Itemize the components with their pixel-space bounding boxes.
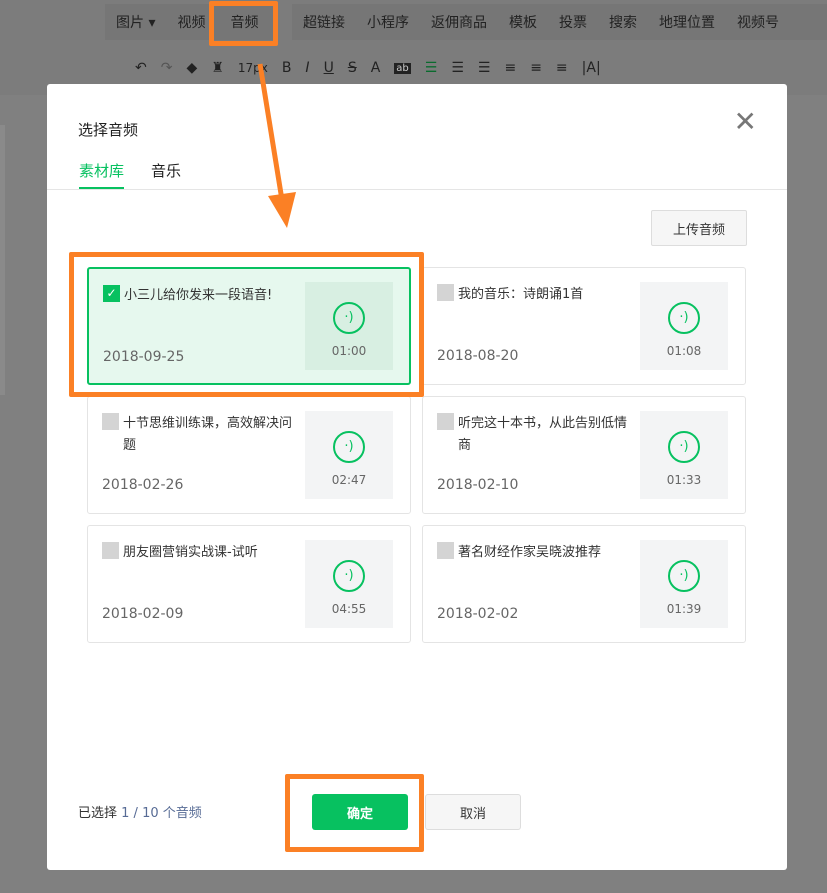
- audio-date: 2018-02-09: [102, 606, 184, 622]
- menu-vote[interactable]: 投票: [548, 12, 598, 32]
- insert-menu-group-2: 超链接 小程序 返佣商品 模板 投票 搜索 地理位置 视频号: [292, 4, 827, 40]
- paragraph-icon[interactable]: ≡: [530, 60, 542, 76]
- menu-video[interactable]: 视频: [166, 12, 216, 32]
- audio-wave-icon[interactable]: ·): [668, 431, 700, 463]
- align-icon[interactable]: ☰: [425, 60, 438, 76]
- font-color-icon[interactable]: A: [371, 60, 381, 76]
- line-height-icon[interactable]: ≡: [504, 60, 516, 76]
- audio-duration: 01:08: [666, 344, 702, 358]
- audio-title: 著名财经作家吴晓波推荐: [458, 545, 602, 560]
- dialog-title: 选择音频: [78, 121, 139, 139]
- audio-date: 2018-09-25: [103, 349, 185, 365]
- audio-wave-icon[interactable]: ·): [333, 302, 365, 334]
- audio-item[interactable]: 著名财经作家吴晓波推荐 2018-02-02 ·) 01:39: [422, 525, 746, 643]
- format-toolbar: ↶ ↷ ◆ ♜ 17px B I U S A ab ☰ ☰ ☰ ≡ ≡ ≡ |A…: [135, 60, 601, 76]
- menu-audio[interactable]: 音频: [216, 12, 269, 32]
- audio-duration: 01:33: [666, 473, 702, 487]
- strikethrough-icon[interactable]: S: [348, 60, 357, 76]
- audio-item[interactable]: 我的音乐：诗朗诵1首 2018-08-20 ·) 01:08: [422, 267, 746, 385]
- upload-audio-button[interactable]: 上传音频: [651, 210, 747, 246]
- audio-title: 十节思维训练课，高效解决问题: [123, 416, 293, 453]
- audio-wave-icon[interactable]: ·): [333, 431, 365, 463]
- dialog-tabs: 素材库 音乐: [47, 160, 787, 190]
- audio-thumbnail: ·) 04:55: [305, 540, 393, 628]
- letter-spacing-icon[interactable]: |A|: [582, 60, 601, 76]
- tab-music[interactable]: 音乐: [151, 160, 181, 187]
- audio-thumbnail: ·) 01:00: [305, 282, 393, 370]
- audio-thumbnail: ·) 01:33: [640, 411, 728, 499]
- checkbox[interactable]: ✓: [103, 285, 120, 302]
- menu-image[interactable]: 图片 ▾: [105, 12, 166, 32]
- count-prefix: 已选择: [78, 806, 118, 821]
- menu-commission[interactable]: 返佣商品: [420, 12, 498, 32]
- editor-topbar: 图片 ▾ 视频 音频 超链接 小程序 返佣商品 模板 投票 搜索 地理位置 视频…: [0, 0, 827, 95]
- highlight-icon[interactable]: ab: [394, 62, 411, 74]
- menu-search[interactable]: 搜索: [598, 12, 648, 32]
- audio-date: 2018-02-10: [437, 477, 519, 493]
- spacing-icon[interactable]: ☰: [478, 60, 491, 76]
- eraser-icon[interactable]: ◆: [186, 60, 197, 76]
- selection-count: 已选择 1 / 10 个音频: [78, 802, 202, 821]
- checkbox[interactable]: [102, 413, 119, 430]
- checkbox[interactable]: [102, 542, 119, 559]
- menu-channels[interactable]: 视频号: [726, 12, 790, 32]
- audio-duration: 04:55: [331, 602, 367, 616]
- audio-item[interactable]: 十节思维训练课，高效解决问题 2018-02-26 ·) 02:47: [87, 396, 411, 514]
- confirm-button[interactable]: 确定: [312, 794, 408, 830]
- audio-date: 2018-08-20: [437, 348, 519, 364]
- undo-icon[interactable]: ↶: [135, 60, 147, 76]
- editor-sidebar: [0, 125, 5, 395]
- audio-title: 朋友圈营销实战课-试听: [123, 545, 258, 560]
- audio-title: 我的音乐：诗朗诵1首: [458, 287, 584, 302]
- audio-thumbnail: ·) 02:47: [305, 411, 393, 499]
- audio-item[interactable]: 听完这十本书，从此告别低情商 2018-02-10 ·) 01:33: [422, 396, 746, 514]
- italic-icon[interactable]: I: [305, 60, 309, 76]
- redo-icon[interactable]: ↷: [161, 60, 173, 76]
- bold-icon[interactable]: B: [282, 60, 292, 76]
- checkbox[interactable]: [437, 284, 454, 301]
- audio-wave-icon[interactable]: ·): [333, 560, 365, 592]
- audio-date: 2018-02-26: [102, 477, 184, 493]
- audio-item[interactable]: ✓ 小三儿给你发来一段语音! 2018-09-25 ·) 01:00: [87, 267, 411, 385]
- menu-template[interactable]: 模板: [498, 12, 548, 32]
- list-icon[interactable]: ≡: [556, 60, 568, 76]
- cancel-button[interactable]: 取消: [425, 794, 521, 830]
- audio-date: 2018-02-02: [437, 606, 519, 622]
- audio-thumbnail: ·) 01:39: [640, 540, 728, 628]
- audio-title: 小三儿给你发来一段语音!: [124, 288, 273, 303]
- menu-hyperlink[interactable]: 超链接: [292, 12, 356, 32]
- audio-item[interactable]: 朋友圈营销实战课-试听 2018-02-09 ·) 04:55: [87, 525, 411, 643]
- insert-menu-group-1: 图片 ▾ 视频 音频: [105, 4, 275, 40]
- menu-miniprogram[interactable]: 小程序: [356, 12, 420, 32]
- audio-thumbnail: ·) 01:08: [640, 282, 728, 370]
- font-size-select[interactable]: 17px: [238, 61, 268, 75]
- menu-location[interactable]: 地理位置: [648, 12, 726, 32]
- audio-wave-icon[interactable]: ·): [668, 302, 700, 334]
- close-icon[interactable]: ✕: [734, 108, 757, 136]
- audio-duration: 01:39: [666, 602, 702, 616]
- count-value: 1 / 10 个音频: [121, 806, 202, 821]
- checkbox[interactable]: [437, 542, 454, 559]
- tab-library[interactable]: 素材库: [79, 160, 125, 189]
- audio-wave-icon[interactable]: ·): [668, 560, 700, 592]
- audio-duration: 01:00: [331, 344, 367, 358]
- select-audio-dialog: 选择音频 ✕ 素材库 音乐 上传音频 ✓ 小三儿给你发来一段语音! 2018-0…: [47, 84, 787, 870]
- audio-duration: 02:47: [331, 473, 367, 487]
- audio-title: 听完这十本书，从此告别低情商: [458, 416, 628, 453]
- checkbox[interactable]: [437, 413, 454, 430]
- indent-icon[interactable]: ☰: [451, 60, 464, 76]
- underline-icon[interactable]: U: [324, 60, 334, 76]
- format-painter-icon[interactable]: ♜: [211, 60, 224, 76]
